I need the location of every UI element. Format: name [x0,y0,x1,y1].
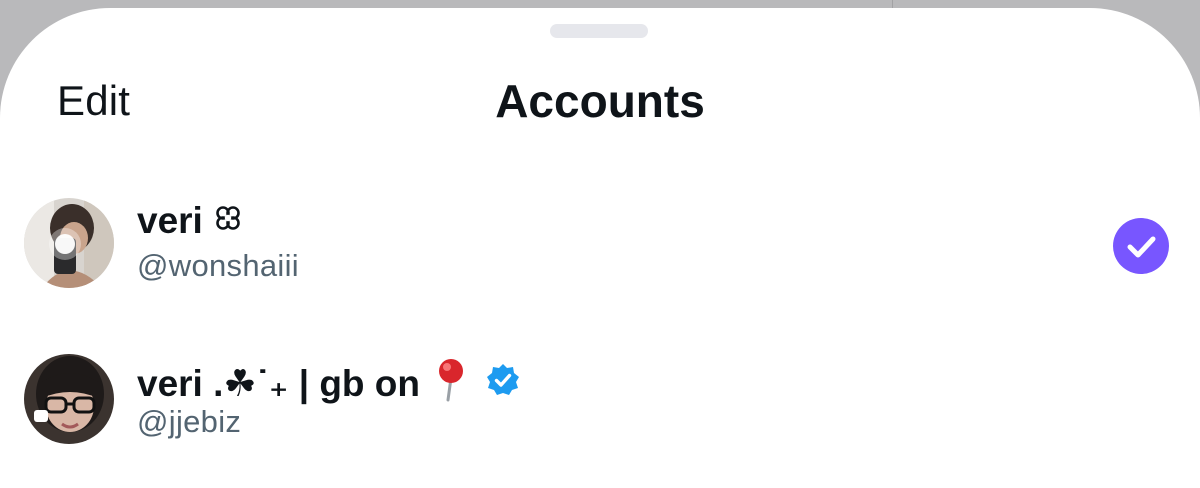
round-pushpin-icon [436,358,466,408]
display-name-text: veri .☘︎˙₊ | gb on [137,362,421,404]
selected-check-icon [1113,218,1169,274]
verified-badge-icon [486,363,520,403]
account-row-jjebiz[interactable]: veri .☘︎˙₊ | gb on @jjebiz [0,346,1200,456]
flower-outline-icon [213,202,243,239]
account-row-wonshaiii[interactable]: veri @wonshaiii [0,190,1200,300]
avatar [24,354,114,444]
sheet-grabber-handle[interactable] [550,24,648,38]
avatar [24,198,114,288]
account-display-name: veri .☘︎˙₊ | gb on [137,358,520,408]
sheet-title-text: Accounts [495,75,705,127]
sheet-title: Accounts [0,78,1200,124]
display-name-text: veri [137,200,203,241]
account-handle: @wonshaiii [137,248,299,283]
accounts-sheet: Edit Accounts veri @wonshaiii veri .☘︎˙₊… [0,8,1200,488]
avatar-photo [24,354,114,444]
account-handle: @jjebiz [137,404,242,439]
account-display-name: veri [137,202,243,239]
avatar-photo [24,198,114,288]
